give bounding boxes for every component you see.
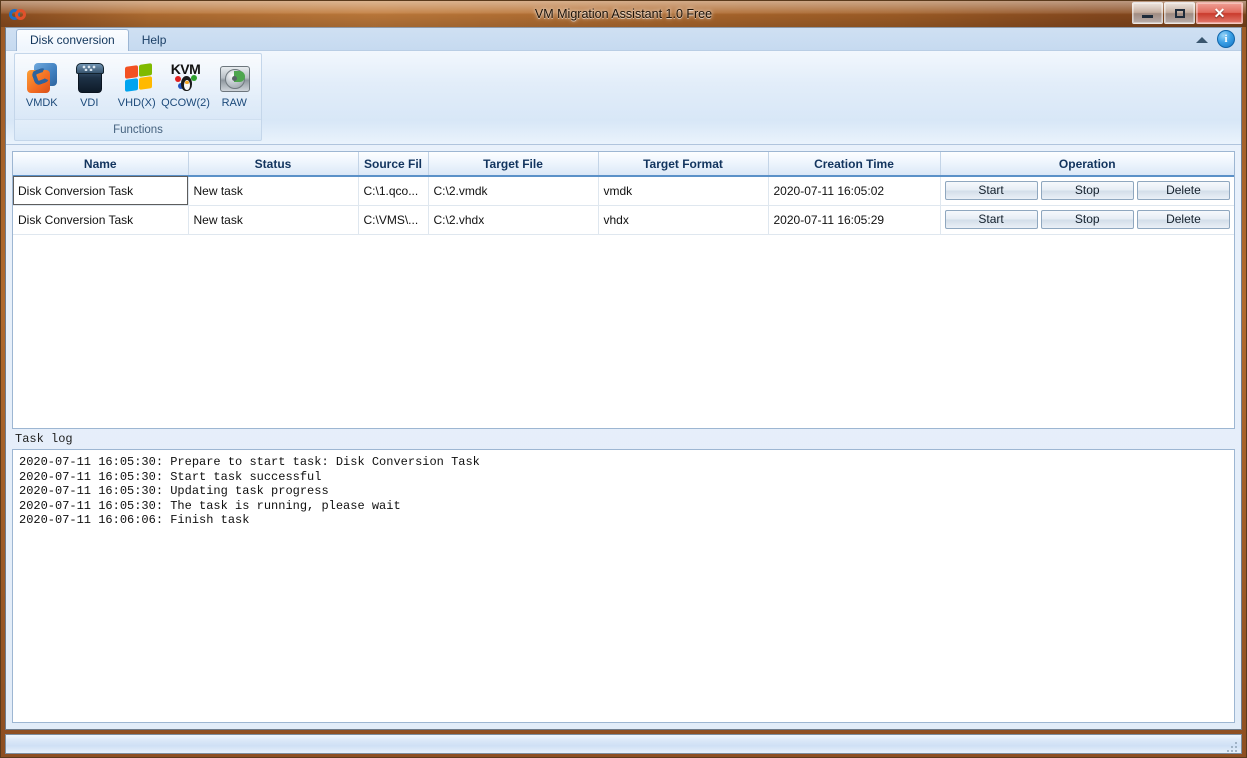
maximize-button[interactable] [1164, 2, 1195, 24]
table-row[interactable]: Disk Conversion Task New task C:\VMS\...… [13, 205, 1234, 235]
minimize-icon [1142, 15, 1153, 18]
task-table-body: Disk Conversion Task New task C:\1.qco..… [13, 176, 1234, 235]
window-controls: ✕ [1132, 2, 1243, 24]
window-title: VM Migration Assistant 1.0 Free [534, 7, 713, 21]
task-table-header-row: Name Status Source Fil Target File Targe… [13, 152, 1234, 177]
ribbon-button-vmdk[interactable]: VMDK [18, 58, 66, 110]
chevron-up-icon[interactable] [1195, 34, 1208, 45]
cell-source-file: C:\1.qco... [358, 176, 429, 206]
close-icon: ✕ [1213, 5, 1226, 21]
cell-name: Disk Conversion Task [13, 176, 189, 206]
cell-operation: Start Stop Delete [940, 176, 1234, 206]
kvm-wordmark: KVM [170, 61, 201, 77]
delete-button[interactable]: Delete [1136, 210, 1231, 229]
tabstrip-right-controls: i [1195, 30, 1235, 48]
tab-help-label: Help [141, 33, 167, 47]
cell-target-file: C:\2.vhdx [428, 205, 599, 235]
titlebar-gloss [1, 1, 1246, 13]
column-header-source-file[interactable]: Source Fil [358, 152, 429, 177]
kvm-qcow-icon: KVM [169, 61, 203, 95]
delete-button[interactable]: Delete [1136, 181, 1231, 201]
ribbon-button-vhd-label: VHD(X) [117, 97, 156, 109]
stop-button[interactable]: Stop [1040, 210, 1134, 229]
cell-target-file: C:\2.vmdk [428, 176, 599, 206]
harddisk-raw-icon [217, 61, 251, 95]
ribbon-group-functions: VMDK VDI VHD(X) KVM QCOW(2) RAW Function… [14, 53, 262, 141]
start-button[interactable]: Start [944, 181, 1038, 201]
column-header-creation-time[interactable]: Creation Time [768, 152, 941, 177]
app-window: VM Migration Assistant 1.0 Free ✕ Disk c… [0, 0, 1247, 758]
task-table: Name Status Source Fil Target File Targe… [13, 152, 1234, 235]
status-bar [5, 734, 1242, 754]
stop-button[interactable]: Stop [1040, 181, 1134, 201]
minimize-button[interactable] [1132, 2, 1163, 24]
cell-creation-time: 2020-07-11 16:05:29 [768, 205, 941, 235]
title-bar[interactable]: VM Migration Assistant 1.0 Free ✕ [1, 1, 1246, 27]
info-icon[interactable]: i [1217, 30, 1235, 48]
virtualbox-vdi-icon [72, 61, 106, 95]
tab-disk-conversion[interactable]: Disk conversion [16, 29, 129, 51]
ribbon-button-qcow-label: QCOW(2) [161, 97, 210, 109]
vmware-vmdk-icon [25, 61, 59, 95]
column-header-name[interactable]: Name [13, 152, 189, 177]
ribbon-button-vdi[interactable]: VDI [66, 58, 114, 110]
ribbon-group-title: Functions [15, 119, 261, 140]
cell-creation-time: 2020-07-11 16:05:02 [768, 176, 941, 206]
client-area: Disk conversion Help i VMDK VDI VHD(X) K… [5, 27, 1242, 730]
ribbon-panel: VMDK VDI VHD(X) KVM QCOW(2) RAW Function… [6, 50, 1241, 145]
tab-disk-conversion-label: Disk conversion [30, 33, 115, 47]
task-table-header: Name Status Source Fil Target File Targe… [13, 152, 1234, 177]
cell-source-file: C:\VMS\... [358, 205, 429, 235]
windows-vhd-icon [120, 61, 154, 95]
cell-status: New task [188, 176, 359, 206]
cell-status: New task [188, 205, 359, 235]
ribbon-tabstrip: Disk conversion Help i [6, 28, 1241, 51]
ribbon-button-raw[interactable]: RAW [211, 58, 259, 110]
cell-target-format: vhdx [598, 205, 769, 235]
task-log-label: Task log [15, 432, 73, 446]
ribbon-button-vdi-label: VDI [80, 97, 99, 109]
ribbon-button-vhd[interactable]: VHD(X) [113, 58, 161, 110]
maximize-icon [1174, 8, 1185, 18]
task-table-container: Name Status Source Fil Target File Targe… [12, 151, 1235, 429]
column-header-status[interactable]: Status [188, 152, 359, 177]
cell-target-format: vmdk [598, 176, 769, 206]
tab-help[interactable]: Help [129, 30, 180, 51]
column-header-target-format[interactable]: Target Format [598, 152, 769, 177]
task-log-output[interactable]: 2020-07-11 16:05:30: Prepare to start ta… [12, 449, 1235, 723]
main-content: Name Status Source Fil Target File Targe… [6, 145, 1241, 729]
ribbon-button-vmdk-label: VMDK [25, 97, 58, 109]
close-button[interactable]: ✕ [1196, 2, 1243, 24]
cell-name: Disk Conversion Task [13, 205, 189, 235]
column-header-operation[interactable]: Operation [940, 152, 1234, 177]
ribbon-button-qcow[interactable]: KVM QCOW(2) [161, 58, 211, 110]
cell-operation: Start Stop Delete [940, 205, 1234, 235]
resize-grip-icon[interactable] [1227, 740, 1239, 752]
ribbon-group-items: VMDK VDI VHD(X) KVM QCOW(2) RAW [15, 54, 261, 119]
table-row[interactable]: Disk Conversion Task New task C:\1.qco..… [13, 176, 1234, 206]
ribbon-button-raw-label: RAW [221, 97, 247, 109]
column-header-target-file[interactable]: Target File [428, 152, 599, 177]
start-button[interactable]: Start [944, 210, 1038, 229]
app-logo-icon [9, 5, 27, 23]
